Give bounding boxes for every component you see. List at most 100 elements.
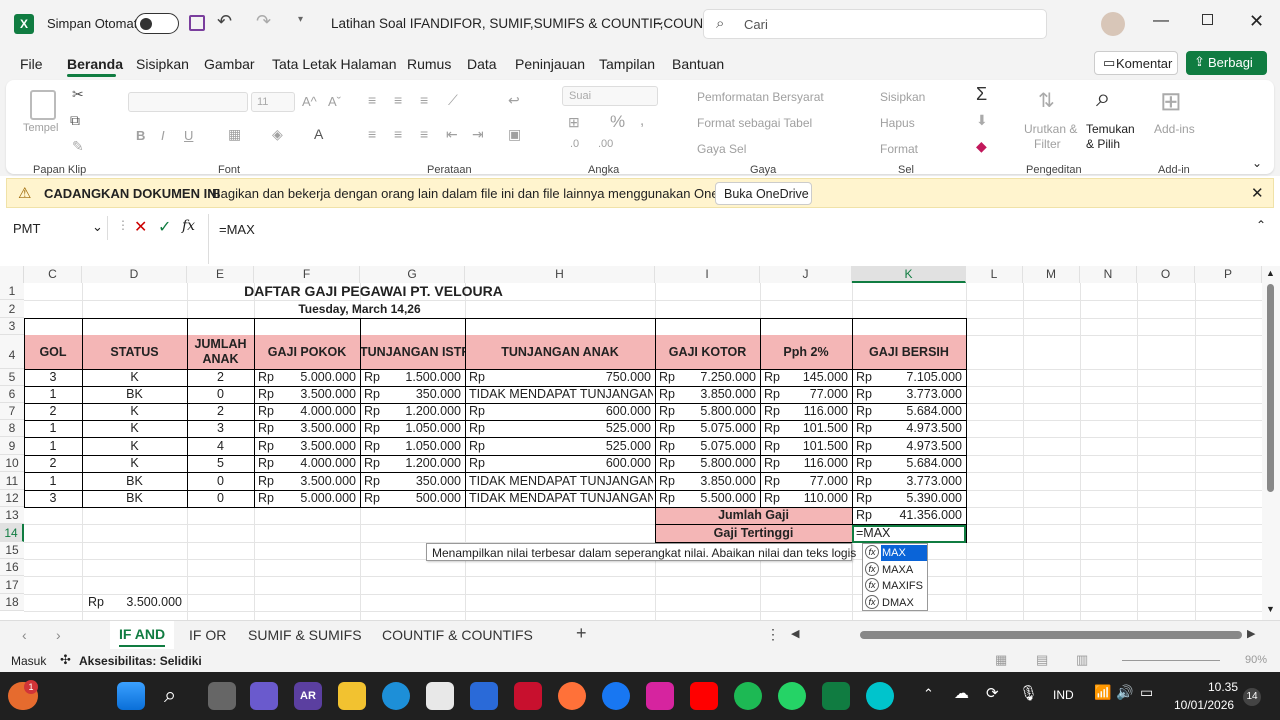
autocomplete-option-max[interactable]: fx MAX — [863, 545, 927, 561]
cell-kotor[interactable]: 5.075.000 — [680, 420, 756, 437]
cell-pph[interactable]: 77.000 — [786, 386, 848, 403]
row-header-17[interactable]: 17 — [0, 576, 24, 594]
cell-bersih[interactable]: 3.773.000 — [880, 472, 962, 490]
copy-icon[interactable]: ⧉ — [70, 112, 80, 129]
column-header-e[interactable]: E — [187, 266, 254, 283]
sort-filter-icon[interactable]: ⇅ — [1038, 88, 1055, 113]
menu-bantuan[interactable]: Bantuan — [672, 56, 724, 72]
sort-filter-label-1[interactable]: Urutkan & — [1024, 122, 1077, 136]
cell-tunj-anak[interactable]: 750.000 — [540, 369, 651, 386]
sheet-date[interactable]: Tuesday, March 14,26 — [254, 300, 465, 318]
tab-if-and[interactable]: IF AND — [110, 621, 174, 649]
cell-pokok[interactable]: 3.500.000 — [280, 420, 356, 437]
task-view-icon[interactable] — [208, 682, 236, 710]
cell-bersih[interactable]: 4.973.500 — [880, 437, 962, 455]
cell-pph[interactable]: 116.000 — [786, 403, 848, 420]
tray-overflow-icon[interactable]: ⌃ — [923, 686, 934, 702]
menu-peninjauan[interactable]: Peninjauan — [515, 56, 585, 72]
minimize-icon[interactable]: — — [1153, 12, 1169, 30]
fill-icon[interactable]: ⬇ — [976, 112, 988, 129]
cell-gol[interactable]: 1 — [24, 386, 82, 403]
cell-status[interactable]: BK — [82, 490, 187, 507]
cell-kotor[interactable]: 5.500.000 — [680, 490, 756, 507]
cell-status[interactable]: BK — [82, 472, 187, 490]
cell-status[interactable]: K — [82, 403, 187, 420]
column-header-m[interactable]: M — [1023, 266, 1080, 283]
sort-filter-label-2[interactable]: Filter — [1034, 137, 1061, 151]
header-gaji-bersih[interactable]: GAJI BERSIH — [852, 335, 966, 369]
cell-tunj-anak-rp[interactable]: Rp — [469, 437, 499, 455]
mic-icon[interactable]: 🎙 — [1019, 684, 1038, 702]
column-header-h[interactable]: H — [465, 266, 655, 283]
column-header-g[interactable]: G — [360, 266, 465, 283]
cell-pokok[interactable]: 3.500.000 — [280, 386, 356, 403]
cell-bersih[interactable]: 4.973.500 — [880, 420, 962, 437]
horizontal-scrollbar-thumb[interactable] — [860, 631, 1242, 639]
avatar[interactable] — [1101, 12, 1125, 36]
currency-icon[interactable]: ⊞ — [568, 114, 580, 131]
canva-icon[interactable] — [866, 682, 894, 710]
find-select-icon[interactable]: ⌕ — [1096, 82, 1111, 114]
menu-rumus[interactable]: Rumus — [407, 56, 451, 72]
header-gaji-pokok[interactable]: GAJI POKOK — [254, 335, 360, 369]
cut-icon[interactable]: ✂ — [72, 86, 84, 103]
addins-label[interactable]: Add-ins — [1154, 122, 1195, 136]
select-all-corner[interactable] — [0, 266, 24, 283]
scroll-left-icon[interactable]: ◀ — [791, 627, 799, 640]
cell-tunj-anak-rp[interactable]: Rp — [469, 403, 499, 420]
cell-pph[interactable]: 110.000 — [786, 490, 848, 507]
scroll-right-icon[interactable]: ▶ — [1247, 627, 1255, 640]
column-header-f[interactable]: F — [254, 266, 360, 283]
cell-styles-button[interactable]: Gaya Sel — [697, 142, 746, 156]
search-box[interactable]: ⌕ Cari — [703, 9, 1047, 39]
row-header-11[interactable]: 11 — [0, 472, 24, 490]
header-tunjangan-anak[interactable]: TUNJANGAN ANAK — [465, 335, 655, 369]
cell-istri[interactable]: 1.500.000 — [388, 369, 461, 386]
scroll-up-icon[interactable]: ▲ — [1266, 268, 1275, 278]
cell-anak[interactable]: 2 — [187, 403, 254, 420]
cell-tunj-anak[interactable]: 525.000 — [540, 437, 651, 455]
cell-istri[interactable]: 1.200.000 — [388, 403, 461, 420]
increase-indent-icon[interactable]: ⇥ — [472, 126, 484, 143]
whatsapp-icon[interactable] — [778, 682, 806, 710]
orientation-icon[interactable]: ⟋ — [448, 92, 458, 109]
autocomplete-list[interactable]: fx MAX fx MAXA fx MAXIFS fx DMAX — [862, 543, 928, 611]
cell-kotor[interactable]: 7.250.000 — [680, 369, 756, 386]
delete-cells-button[interactable]: Hapus — [880, 116, 915, 130]
clock-date[interactable]: 10/01/2026 — [1174, 698, 1234, 712]
row-header-18[interactable]: 18 — [0, 594, 24, 611]
cell-status[interactable]: K — [82, 420, 187, 437]
menu-tampilan[interactable]: Tampilan — [599, 56, 655, 72]
firefox-icon[interactable] — [558, 682, 586, 710]
cell-status[interactable]: K — [82, 369, 187, 386]
cell-bersih[interactable]: 5.684.000 — [880, 455, 962, 472]
number-format-dropdown[interactable]: Suai — [562, 86, 658, 106]
open-onedrive-button[interactable]: Buka OneDrive — [715, 182, 812, 205]
scroll-thumb[interactable] — [1267, 284, 1274, 492]
cell-pph[interactable]: 101.500 — [786, 437, 848, 455]
row-header-13[interactable]: 13 — [0, 507, 24, 524]
menu-sisipkan[interactable]: Sisipkan — [136, 56, 189, 72]
percent-icon[interactable]: % — [610, 112, 625, 132]
cell-istri[interactable]: 350.000 — [388, 472, 461, 490]
row-header-3[interactable]: 3 — [0, 318, 24, 335]
restore-icon[interactable] — [1202, 14, 1213, 25]
fill-color-icon[interactable]: ◈ — [272, 126, 283, 143]
column-header-k[interactable]: K — [852, 266, 966, 283]
borders-icon[interactable]: ▦ — [228, 126, 241, 143]
menu-file[interactable]: File — [20, 56, 43, 72]
close-notice-icon[interactable]: ✕ — [1251, 184, 1264, 202]
cell-pph[interactable]: 145.000 — [786, 369, 848, 386]
volume-icon[interactable]: 🔊 — [1116, 684, 1133, 701]
header-gaji-kotor[interactable]: GAJI KOTOR — [655, 335, 760, 369]
cell-pokok[interactable]: 3.500.000 — [280, 472, 356, 490]
tab-countif[interactable]: COUNTIF & COUNTIFS — [382, 627, 533, 643]
clock-time[interactable]: 10.35 — [1208, 680, 1238, 694]
format-painter-icon[interactable]: ✎ — [72, 138, 84, 155]
align-middle-icon[interactable]: ≡ — [394, 92, 402, 108]
cell-istri[interactable]: 1.200.000 — [388, 455, 461, 472]
cell-istri[interactable]: 350.000 — [388, 386, 461, 403]
column-header-i[interactable]: I — [655, 266, 760, 283]
sheet-title[interactable]: DAFTAR GAJI PEGAWAI PT. VELOURA — [187, 283, 560, 300]
autosave-toggle[interactable] — [135, 13, 179, 34]
